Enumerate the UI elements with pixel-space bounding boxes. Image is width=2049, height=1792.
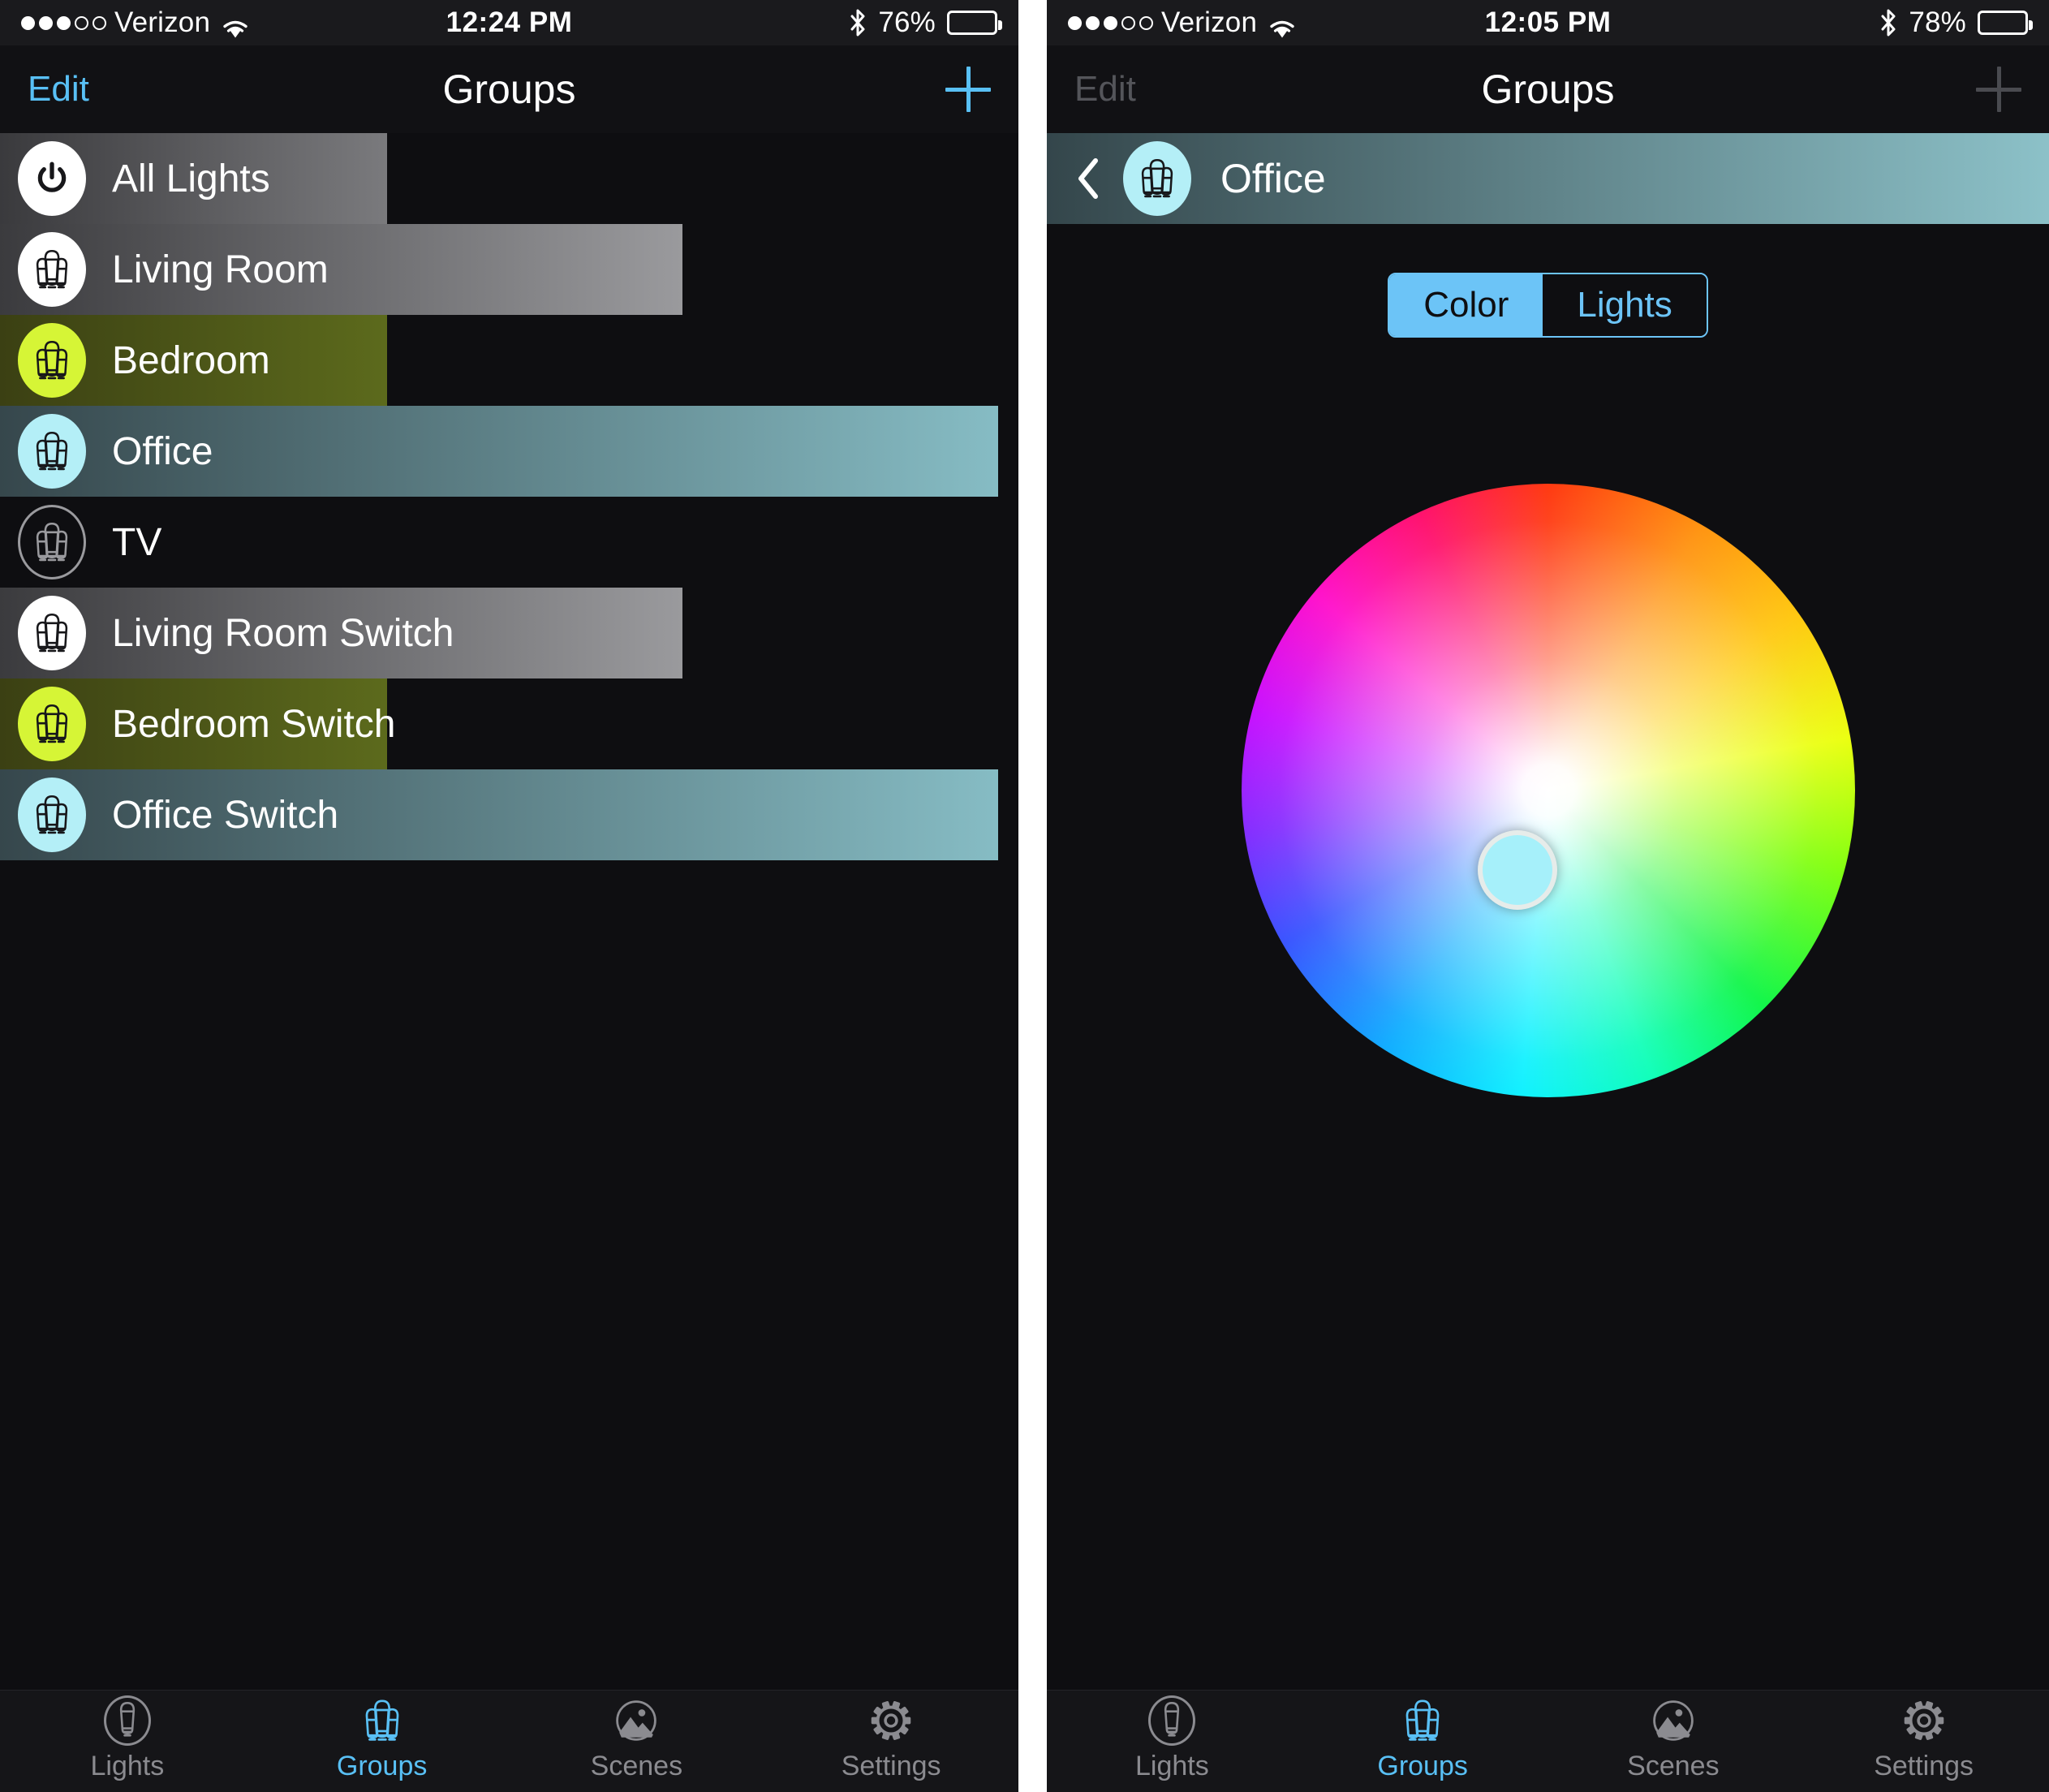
tab-settings[interactable]: Settings xyxy=(1798,1695,2049,1782)
group-name-label: All Lights xyxy=(112,157,270,200)
group-row[interactable]: TV xyxy=(0,497,1018,588)
group-icon-badge[interactable] xyxy=(18,232,86,307)
group-row[interactable]: Office xyxy=(0,406,1018,497)
color-lights-segmented-control[interactable]: Color Lights xyxy=(1388,273,1708,338)
tab-label: Settings xyxy=(1874,1751,1974,1781)
page-title: Groups xyxy=(442,67,576,112)
battery-percent-label: 76% xyxy=(878,6,936,38)
screenshot-stage: Verizon 12:24 PM 76% Edit Groups All Lig… xyxy=(0,0,2049,1792)
tab-label: Settings xyxy=(841,1751,941,1781)
group-name-label: Office xyxy=(112,429,213,473)
nav-bar-right: Edit Groups xyxy=(1047,45,2049,133)
group-icon-badge[interactable] xyxy=(18,778,86,852)
tab-scenes[interactable]: Scenes xyxy=(1548,1695,1799,1782)
gear-icon xyxy=(870,1695,912,1746)
group-icon-badge[interactable] xyxy=(18,505,86,579)
photo-icon xyxy=(1652,1695,1694,1746)
group-icon-badge[interactable] xyxy=(18,141,86,216)
group-name-label: Bedroom Switch xyxy=(112,702,396,746)
tab-label: Groups xyxy=(336,1751,428,1781)
tab-label: Scenes xyxy=(590,1751,683,1781)
group-row[interactable]: Bedroom Switch xyxy=(0,678,1018,769)
status-bar-right: Verizon 12:05 PM 78% xyxy=(1047,0,2049,45)
phone-right-color-picker: Verizon 12:05 PM 78% Edit Groups Office … xyxy=(1047,0,2049,1792)
tab-label: Lights xyxy=(1135,1751,1209,1781)
single-bulb-icon xyxy=(103,1695,151,1746)
group-name-label: TV xyxy=(112,520,162,564)
page-title: Groups xyxy=(1481,67,1615,112)
color-wheel-handle[interactable] xyxy=(1478,830,1558,911)
tab-label: Groups xyxy=(1377,1751,1468,1781)
group-icon-badge[interactable] xyxy=(18,414,86,489)
segment-color[interactable]: Color xyxy=(1389,274,1543,336)
group-row[interactable]: Living Room xyxy=(0,224,1018,315)
battery-icon xyxy=(1978,11,2033,35)
group-name-label: Office Switch xyxy=(112,793,339,837)
group-icon-badge[interactable] xyxy=(18,323,86,398)
bluetooth-icon xyxy=(1879,9,1897,37)
tab-groups[interactable]: Groups xyxy=(1298,1695,1548,1782)
status-right: 78% xyxy=(1879,6,2033,39)
plus-icon[interactable] xyxy=(945,67,991,112)
group-row[interactable]: Office Switch xyxy=(0,769,1018,860)
gear-icon xyxy=(1903,1695,1945,1746)
carrier-name: Verizon xyxy=(114,6,211,38)
group-icon-badge[interactable] xyxy=(18,687,86,761)
group-detail-title: Office xyxy=(1220,156,1326,201)
bulbs-icon xyxy=(359,1695,405,1746)
tab-scenes[interactable]: Scenes xyxy=(510,1695,764,1782)
tab-bar-right: Lights Groups Scenes Settings xyxy=(1047,1690,2049,1792)
tab-lights[interactable]: Lights xyxy=(1047,1695,1298,1782)
phone-left-groups-list: Verizon 12:24 PM 76% Edit Groups All Lig… xyxy=(0,0,1018,1792)
single-bulb-icon xyxy=(1148,1695,1196,1746)
group-name-label: Living Room Switch xyxy=(112,611,454,655)
group-icon-badge[interactable] xyxy=(18,596,86,670)
carrier-name: Verizon xyxy=(1161,6,1258,38)
status-left: Verizon xyxy=(21,6,249,39)
panel-divider xyxy=(1018,0,1047,1792)
tab-groups[interactable]: Groups xyxy=(255,1695,510,1782)
group-detail-header: Office xyxy=(1047,133,2049,224)
segmented-control-wrap: Color Lights xyxy=(1047,273,2049,338)
wifi-icon xyxy=(222,12,249,38)
back-chevron-icon[interactable] xyxy=(1074,157,1102,200)
status-right: 76% xyxy=(849,6,1002,39)
groups-list: All Lights Living Room Bedroom Office TV Livi… xyxy=(0,133,1018,860)
tab-lights[interactable]: Lights xyxy=(0,1695,255,1782)
bulbs-icon xyxy=(1400,1695,1445,1746)
group-name-label: Living Room xyxy=(112,248,329,291)
edit-button[interactable]: Edit xyxy=(1074,69,1136,110)
color-wheel[interactable] xyxy=(1242,484,1855,1097)
wifi-icon xyxy=(1268,12,1296,38)
status-left: Verizon xyxy=(1068,6,1296,39)
status-bar-left: Verizon 12:24 PM 76% xyxy=(0,0,1018,45)
signal-strength-dots xyxy=(1068,15,1153,30)
edit-button[interactable]: Edit xyxy=(28,69,89,110)
group-row[interactable]: Bedroom xyxy=(0,315,1018,406)
segment-lights[interactable]: Lights xyxy=(1543,274,1707,336)
color-wheel-area xyxy=(1047,338,2049,1271)
battery-icon xyxy=(947,11,1002,35)
group-row[interactable]: Living Room Switch xyxy=(0,588,1018,678)
tab-label: Lights xyxy=(90,1751,165,1781)
signal-strength-dots xyxy=(21,15,106,30)
bluetooth-icon xyxy=(849,9,867,37)
tab-bar-left: Lights Groups Scenes Settings xyxy=(0,1690,1018,1792)
group-row[interactable]: All Lights xyxy=(0,133,1018,224)
group-name-label: Bedroom xyxy=(112,338,270,382)
group-icon-badge xyxy=(1123,141,1191,216)
nav-bar-left: Edit Groups xyxy=(0,45,1018,133)
tab-label: Scenes xyxy=(1627,1751,1720,1781)
photo-icon xyxy=(615,1695,657,1746)
tab-settings[interactable]: Settings xyxy=(764,1695,1018,1782)
battery-percent-label: 78% xyxy=(1909,6,1966,38)
plus-icon[interactable] xyxy=(1976,67,2021,112)
